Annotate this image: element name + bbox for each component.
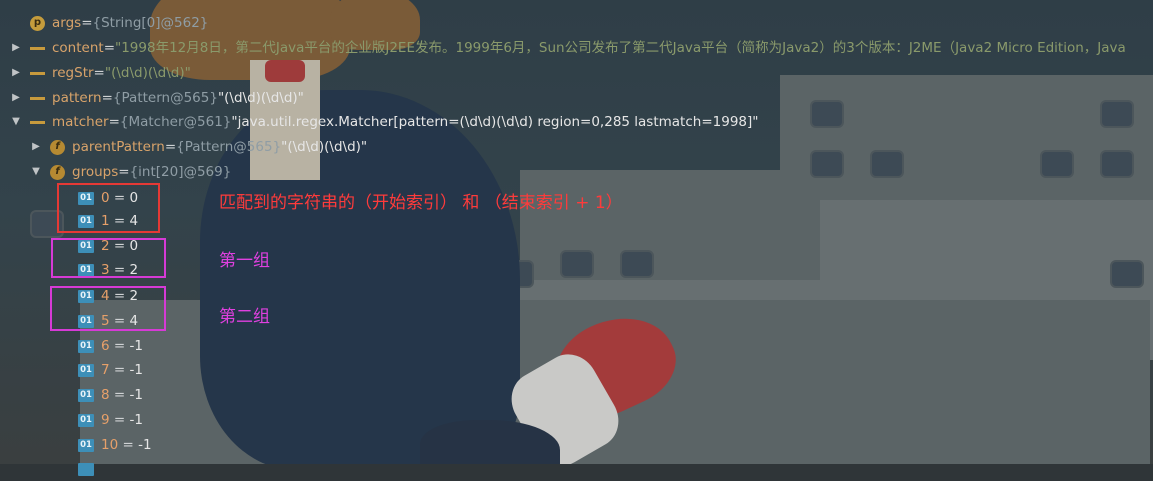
tree-row-matcher[interactable]: ▼ matcher = {Matcher@561} "java.util.reg… <box>10 110 758 134</box>
group-two-highlight-box <box>50 286 166 331</box>
tree-row-args[interactable]: p args = {String[0]@562} <box>10 11 208 35</box>
group-one-highlight-box <box>51 238 166 278</box>
equals-sign: = <box>109 338 130 354</box>
variable-name: args <box>52 15 82 31</box>
equals-sign: = <box>118 437 139 453</box>
element-index: 10 <box>101 437 119 453</box>
field-icon: f <box>50 164 65 180</box>
array-element-row[interactable]: 01 8 = -1 <box>78 383 143 407</box>
element-value: -1 <box>129 338 143 354</box>
variable-type: {int[20]@569} <box>129 164 232 180</box>
variable-name: groups <box>72 164 119 180</box>
variable-name: parentPattern <box>72 139 165 155</box>
expand-arrow-icon[interactable]: ▶ <box>10 61 22 85</box>
equals-sign: = <box>108 114 120 130</box>
array-element-icon: 01 <box>78 363 94 377</box>
array-element-icon: 01 <box>78 388 94 402</box>
tree-row-content[interactable]: ▶ content = "1998年12月8日，第二代Java平台的企业版J2E… <box>10 36 1126 60</box>
array-element-row[interactable]: 01 10 = -1 <box>78 433 152 457</box>
equals-sign: = <box>101 90 113 106</box>
variable-name: regStr <box>52 65 94 81</box>
array-element-row-partial[interactable] <box>78 457 101 481</box>
equals-sign: = <box>118 164 130 180</box>
variable-name: pattern <box>52 90 102 106</box>
list-icon <box>30 91 45 106</box>
field-icon: f <box>50 139 65 155</box>
array-element-row[interactable]: 01 6 = -1 <box>78 334 143 358</box>
variable-type: {Pattern@565} <box>112 90 218 106</box>
variable-type: {Pattern@565} <box>176 139 282 155</box>
variable-name: matcher <box>52 114 109 130</box>
array-element-icon: 01 <box>78 413 94 427</box>
variable-value: "(\d\d)(\d\d)" <box>217 90 304 106</box>
tree-row-pattern[interactable]: ▶ pattern = {Pattern@565} "(\d\d)(\d\d)" <box>10 86 304 110</box>
variable-name: content <box>52 40 104 56</box>
array-element-icon <box>78 462 94 476</box>
element-index: 7 <box>101 362 110 378</box>
list-icon <box>30 115 45 130</box>
equals-sign: = <box>81 15 93 31</box>
collapse-arrow-icon[interactable]: ▼ <box>30 160 42 184</box>
equals-sign: = <box>93 65 105 81</box>
array-element-row[interactable]: 01 7 = -1 <box>78 358 143 382</box>
tree-row-parentpattern[interactable]: ▶ f parentPattern = {Pattern@565} "(\d\d… <box>30 135 367 159</box>
equals-sign: = <box>109 362 130 378</box>
group-two-annotation: 第二组 <box>219 307 270 327</box>
parameter-icon: p <box>30 15 45 31</box>
equals-sign: = <box>164 139 177 155</box>
tree-row-groups[interactable]: ▼ f groups = {int[20]@569} <box>30 160 231 184</box>
equals-sign: = <box>109 412 130 428</box>
element-index: 9 <box>101 412 110 428</box>
variable-value: "(\d\d)(\d\d)" <box>281 139 368 155</box>
expand-arrow-icon[interactable]: ▶ <box>30 135 42 159</box>
collapse-arrow-icon[interactable]: ▼ <box>10 110 22 134</box>
variable-value: "1998年12月8日，第二代Java平台的企业版J2EE发布。1999年6月，… <box>115 40 1126 56</box>
element-value: -1 <box>129 412 143 428</box>
expand-arrow-icon[interactable]: ▶ <box>10 36 22 60</box>
match-range-highlight-box <box>57 183 160 233</box>
variable-type: {String[0]@562} <box>92 15 209 31</box>
element-value: -1 <box>129 362 143 378</box>
match-range-annotation: 匹配到的字符串的（开始索引） 和 （结束索引 + 1） <box>219 193 623 213</box>
element-index: 6 <box>101 338 110 354</box>
variable-type: {Matcher@561} <box>119 114 232 130</box>
group-one-annotation: 第一组 <box>219 251 270 271</box>
array-element-icon: 01 <box>78 339 94 353</box>
variable-value: "(\d\d)(\d\d)" <box>104 65 191 81</box>
element-index: 8 <box>101 387 110 403</box>
equals-sign: = <box>103 40 115 56</box>
tree-row-regstr[interactable]: ▶ regStr = "(\d\d)(\d\d)" <box>10 61 191 85</box>
element-value: -1 <box>129 387 143 403</box>
list-icon <box>30 41 45 56</box>
array-element-icon: 01 <box>78 438 94 452</box>
variable-value: "java.util.regex.Matcher[pattern=(\d\d)(… <box>231 114 759 130</box>
debugger-variables-tree: p args = {String[0]@562} ▶ content = "19… <box>0 0 1153 476</box>
equals-sign: = <box>109 387 130 403</box>
element-value: -1 <box>138 437 152 453</box>
list-icon <box>30 66 45 81</box>
expand-arrow-icon[interactable]: ▶ <box>10 86 22 110</box>
array-element-row[interactable]: 01 9 = -1 <box>78 408 143 432</box>
